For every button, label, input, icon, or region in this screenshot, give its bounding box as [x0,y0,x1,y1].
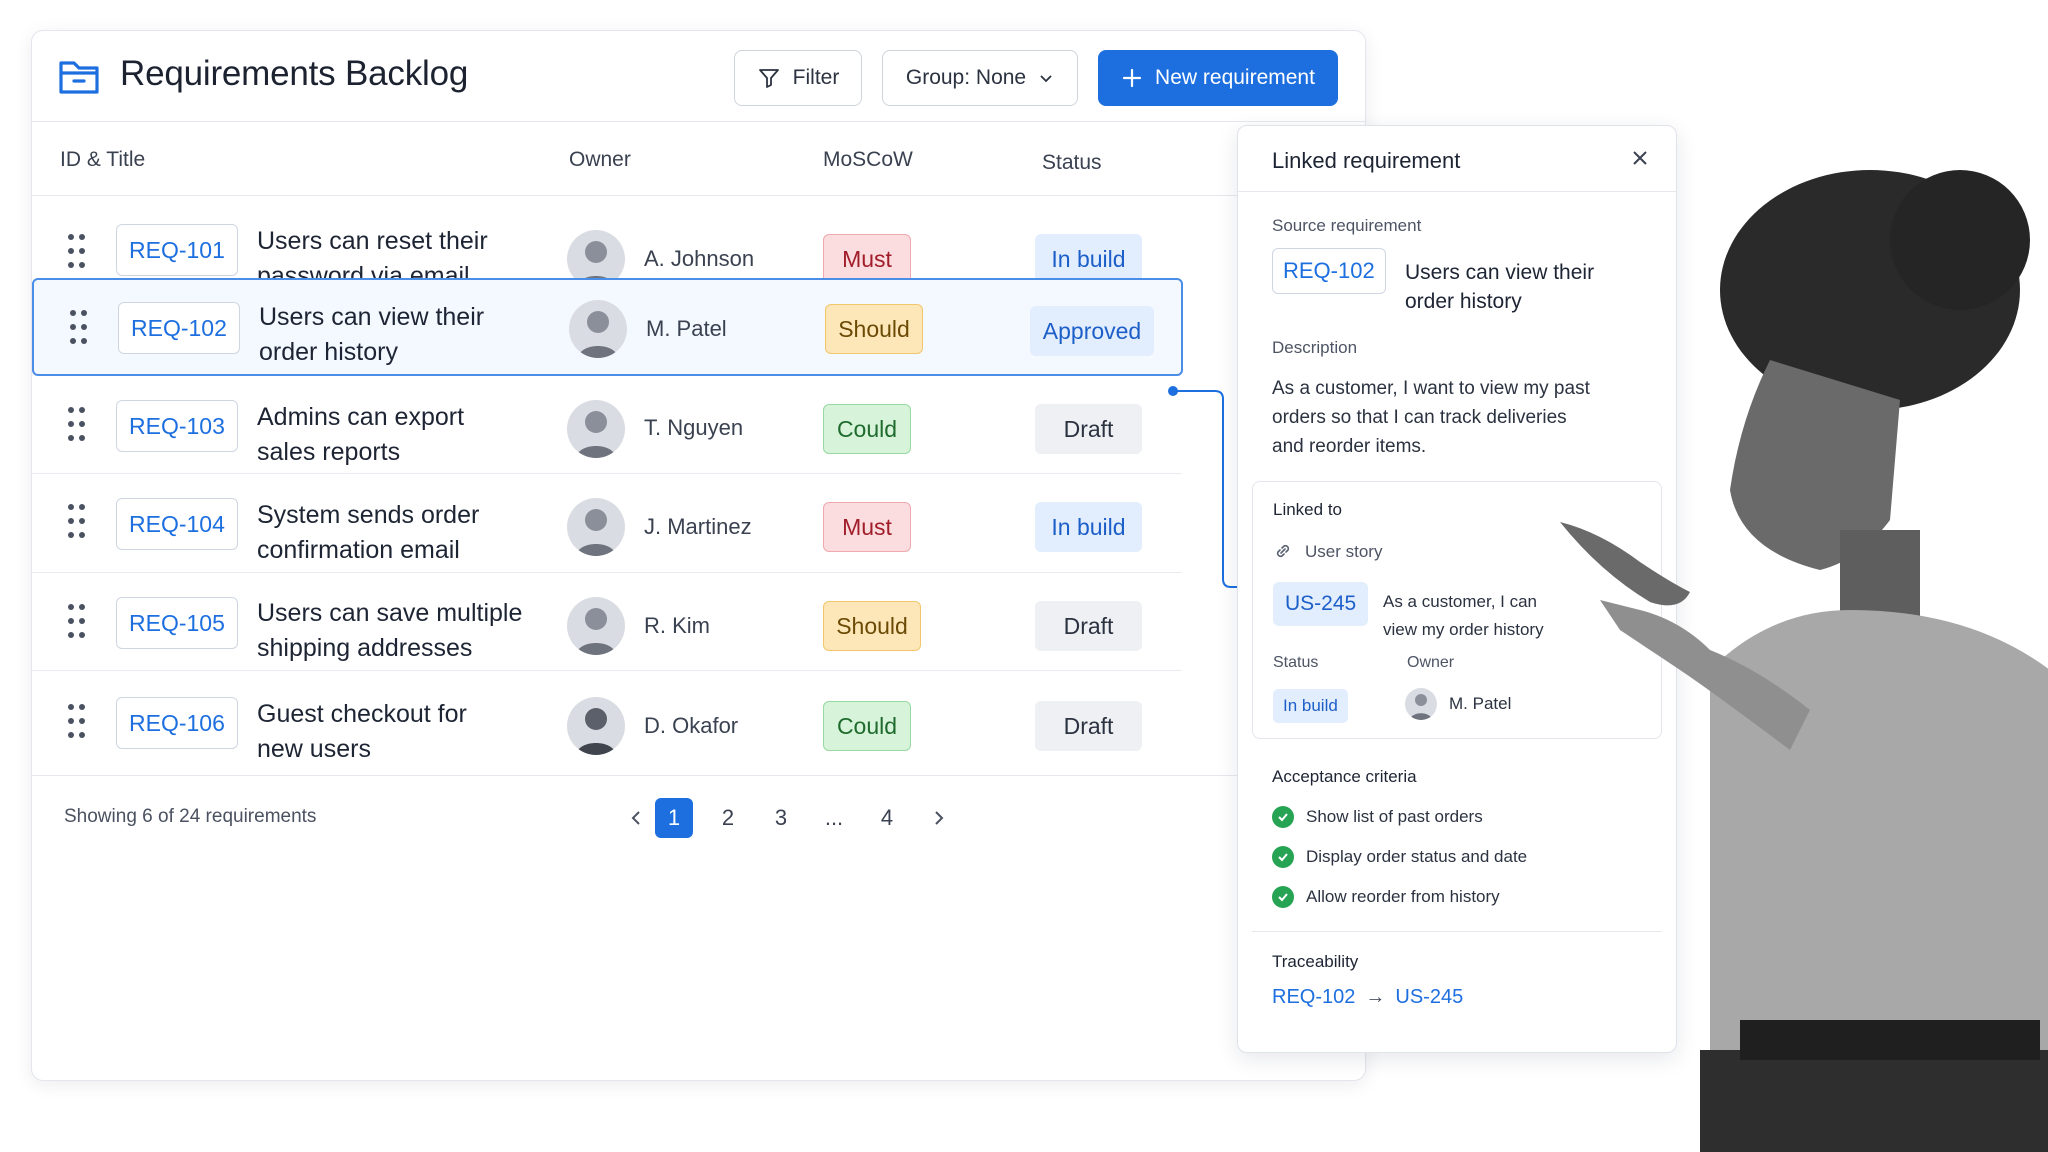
drag-handle-icon[interactable] [68,504,88,540]
check-icon [1272,806,1294,828]
drag-handle-icon[interactable] [70,310,90,346]
requirement-id[interactable]: REQ-105 [116,597,238,649]
page-button-2[interactable]: 2 [709,798,747,838]
moscow-badge: Should [823,601,921,651]
owner-name: D. Okafor [644,713,739,738]
table-row[interactable]: REQ-104 System sends order confirmation e… [32,474,1182,573]
moscow-badge: Could [823,404,911,454]
linked-owner-label: Owner [1407,654,1455,671]
criteria-item: Allow reorder from history [1272,886,1500,908]
link-icon [1276,544,1290,558]
page-button-1[interactable]: 1 [655,798,693,838]
avatar [567,400,625,458]
requirement-id[interactable]: REQ-101 [116,224,238,276]
traceability-label: Traceability [1272,952,1359,971]
source-label: Source requirement [1272,216,1422,235]
trace-source-link[interactable]: REQ-102 [1272,986,1355,1009]
traceability-chain: REQ-102 → US-245 [1272,986,1463,1009]
avatar [567,498,625,556]
column-moscow: MoSCoW [823,148,913,171]
table-row[interactable]: REQ-106 Guest checkout for new users D. O… [32,671,1182,775]
requirement-id[interactable]: REQ-102 [118,302,240,354]
table-row[interactable]: REQ-105 Users can save multiple shipping … [32,573,1182,671]
requirement-title: Users can view their order history [259,303,485,366]
filter-label: Filter [792,66,840,89]
filter-button[interactable]: Filter [734,50,862,106]
column-owner: Owner [569,148,631,171]
linked-status-badge: In build [1273,689,1348,723]
check-icon [1272,886,1294,908]
new-requirement-button[interactable]: New requirement [1098,50,1338,106]
acceptance-criteria-label: Acceptance criteria [1272,767,1417,786]
chevron-left-icon [631,811,640,825]
chevron-right-icon [935,811,944,825]
page-button-3[interactable]: 3 [762,798,800,838]
moscow-badge: Should [825,304,923,354]
table-row[interactable]: REQ-103 Admins can export sales reports T… [32,376,1182,474]
linked-to-label: Linked to [1273,500,1342,519]
requirement-title: Admins can export sales reports [257,403,465,466]
avatar [569,300,627,358]
requirement-id[interactable]: REQ-104 [116,498,238,550]
link-type: User story [1305,542,1383,561]
drag-handle-icon[interactable] [68,704,88,740]
status-badge: Draft [1035,404,1142,454]
panel-title: Linked requirement [1272,148,1461,173]
status-badge: Approved [1030,306,1154,356]
source-requirement-id[interactable]: REQ-102 [1272,248,1386,294]
owner-name: J. Martinez [644,514,752,539]
page-title: Requirements Backlog [120,54,469,93]
drag-handle-icon[interactable] [68,604,88,640]
status-badge: Draft [1035,601,1142,651]
trace-target-link[interactable]: US-245 [1395,986,1463,1009]
column-status: Status [1042,151,1102,174]
linked-status-label: Status [1273,654,1319,671]
column-id-title: ID & Title [60,148,146,171]
table-row-selected[interactable]: REQ-102 Users can view their order histor… [32,278,1183,376]
page-ellipsis: ... [824,805,844,830]
moscow-badge: Could [823,701,911,751]
person-illustration [1560,170,2048,1152]
next-page-button[interactable] [920,798,958,838]
owner-name: T. Nguyen [644,415,744,440]
drag-handle-icon[interactable] [68,234,88,270]
folder-icon [59,61,99,94]
moscow-badge: Must [823,502,911,552]
arrow-right-icon: → [1365,986,1386,1008]
avatar [1405,688,1437,720]
avatar [567,597,625,655]
plus-icon [1122,68,1142,88]
group-select[interactable]: Group: None [882,50,1078,106]
new-requirement-label: New requirement [1155,66,1315,89]
chevron-down-icon [1040,75,1052,83]
drag-handle-icon[interactable] [68,407,88,443]
requirement-id[interactable]: REQ-106 [116,697,238,749]
table-footer: Showing 6 of 24 requirements 1 2 3 ... 4 [32,775,1365,860]
page-button-4[interactable]: 4 [868,798,906,838]
requirement-id[interactable]: REQ-103 [116,400,238,452]
status-badge: In build [1035,234,1142,284]
owner-name: M. Patel [646,316,727,341]
linked-owner-name: M. Patel [1449,694,1512,713]
card-header: Requirements Backlog Filter Group: None … [32,31,1365,122]
avatar [567,697,625,755]
owner-name: R. Kim [644,613,710,638]
linked-story-id[interactable]: US-245 [1273,582,1369,626]
description-label: Description [1272,338,1358,357]
moscow-badge: Must [823,234,911,284]
prev-page-button[interactable] [617,798,655,838]
requirement-title: Users can save multiple shipping addresse… [257,599,523,662]
status-badge: In build [1035,502,1142,552]
requirement-title: System sends order confirmation email [257,501,480,564]
showing-count: Showing 6 of 24 requirements [64,806,317,827]
criteria-item: Display order status and date [1272,846,1527,868]
status-badge: Draft [1035,701,1142,751]
criteria-item: Show list of past orders [1272,806,1483,828]
group-label: Group: None [905,66,1027,89]
filter-icon [758,69,779,88]
owner-name: A. Johnson [644,246,755,271]
table-header: ID & Title Owner MoSCoW Status [32,122,1242,196]
requirement-title: Guest checkout for new users [257,700,467,763]
check-icon [1272,846,1294,868]
